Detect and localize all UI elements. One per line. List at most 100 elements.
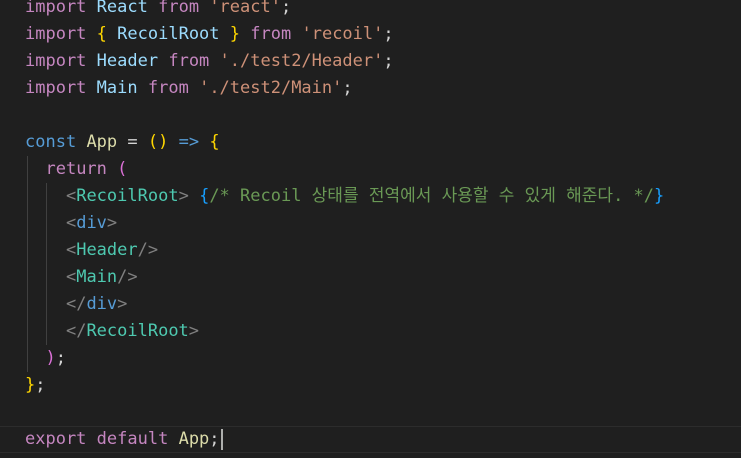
code-token: > xyxy=(178,186,189,206)
code-token: ; xyxy=(35,375,46,395)
code-token: RecoilRoot xyxy=(86,321,189,341)
code-token: ; xyxy=(209,429,220,449)
code-token: /* Recoil 상태를 전역에서 사용할 수 있게 해준다. */ xyxy=(209,186,655,206)
code-editor[interactable]: import React from 'react'; import { Recoi… xyxy=(0,0,741,458)
code-token: ; xyxy=(342,78,353,98)
code-token: < xyxy=(65,240,77,260)
code-line[interactable]: import { RecoilRoot } from 'recoil'; xyxy=(25,21,394,48)
code-line[interactable]: <div> xyxy=(25,210,117,237)
code-token: RecoilRoot xyxy=(117,24,220,44)
code-token: } xyxy=(654,186,665,206)
code-token: 'recoil' xyxy=(301,24,384,44)
code-token: } xyxy=(25,375,36,395)
code-token: from xyxy=(168,51,210,71)
text-cursor xyxy=(220,428,223,450)
code-line[interactable]: </RecoilRoot> xyxy=(25,318,199,345)
code-token: Header xyxy=(96,51,159,71)
code-token: /> xyxy=(117,267,138,287)
code-token: Main xyxy=(76,267,118,287)
code-token: from xyxy=(147,78,189,98)
code-line[interactable]: const App = () => { xyxy=(25,129,220,156)
code-token: './test2/Main' xyxy=(199,78,343,98)
code-token: import xyxy=(25,78,87,98)
code-token: </ xyxy=(65,294,87,314)
code-token: Header xyxy=(76,240,138,260)
code-token: React xyxy=(96,0,148,17)
code-token: < xyxy=(65,267,77,287)
code-token: default xyxy=(96,429,169,449)
code-line[interactable]: <Main/> xyxy=(25,264,138,291)
code-token: = xyxy=(117,132,148,152)
code-token: /> xyxy=(137,240,159,260)
code-token: > xyxy=(188,321,200,341)
code-token: export xyxy=(25,429,87,449)
code-token: import xyxy=(25,51,87,71)
code-line[interactable]: <Header/> xyxy=(25,237,158,264)
code-line[interactable]: ); xyxy=(25,345,66,372)
code-token: ( xyxy=(117,159,128,179)
code-token: './test2/Header' xyxy=(219,51,384,71)
code-token: ; xyxy=(55,348,66,368)
code-line[interactable]: <RecoilRoot> {/* Recoil 상태를 전역에서 사용할 수 있… xyxy=(25,183,664,210)
code-token: import xyxy=(25,24,87,44)
code-token: => xyxy=(178,132,200,152)
code-line[interactable]: export default App; xyxy=(25,426,223,453)
code-token: div xyxy=(76,213,107,233)
code-token: ) xyxy=(45,348,56,368)
code-token: from xyxy=(158,0,200,17)
code-line[interactable]: import Header from './test2/Header'; xyxy=(25,48,394,75)
code-token: div xyxy=(86,294,118,314)
code-token: { xyxy=(96,24,107,44)
code-token: { xyxy=(209,132,220,152)
code-token: } xyxy=(229,24,241,44)
code-token: App xyxy=(178,429,210,449)
code-token: < xyxy=(65,213,77,233)
code-token: ; xyxy=(280,0,292,17)
code-token: > xyxy=(106,213,118,233)
code-token: < xyxy=(65,186,77,206)
code-line[interactable]: import React from 'react'; xyxy=(25,0,291,21)
code-token: ; xyxy=(383,24,394,44)
code-line[interactable]: import Main from './test2/Main'; xyxy=(25,75,353,102)
code-token: RecoilRoot xyxy=(76,186,179,206)
code-token: Main xyxy=(96,78,138,98)
code-token: App xyxy=(86,132,118,152)
code-token: > xyxy=(117,294,128,314)
code-line[interactable]: </div> xyxy=(25,291,127,318)
code-line[interactable]: }; xyxy=(25,372,46,399)
code-token: () xyxy=(147,132,169,152)
code-token: return xyxy=(45,159,107,179)
code-line[interactable]: return ( xyxy=(25,156,127,183)
code-token: import xyxy=(25,0,87,17)
code-token: ; xyxy=(383,51,394,71)
code-token: </ xyxy=(65,321,87,341)
